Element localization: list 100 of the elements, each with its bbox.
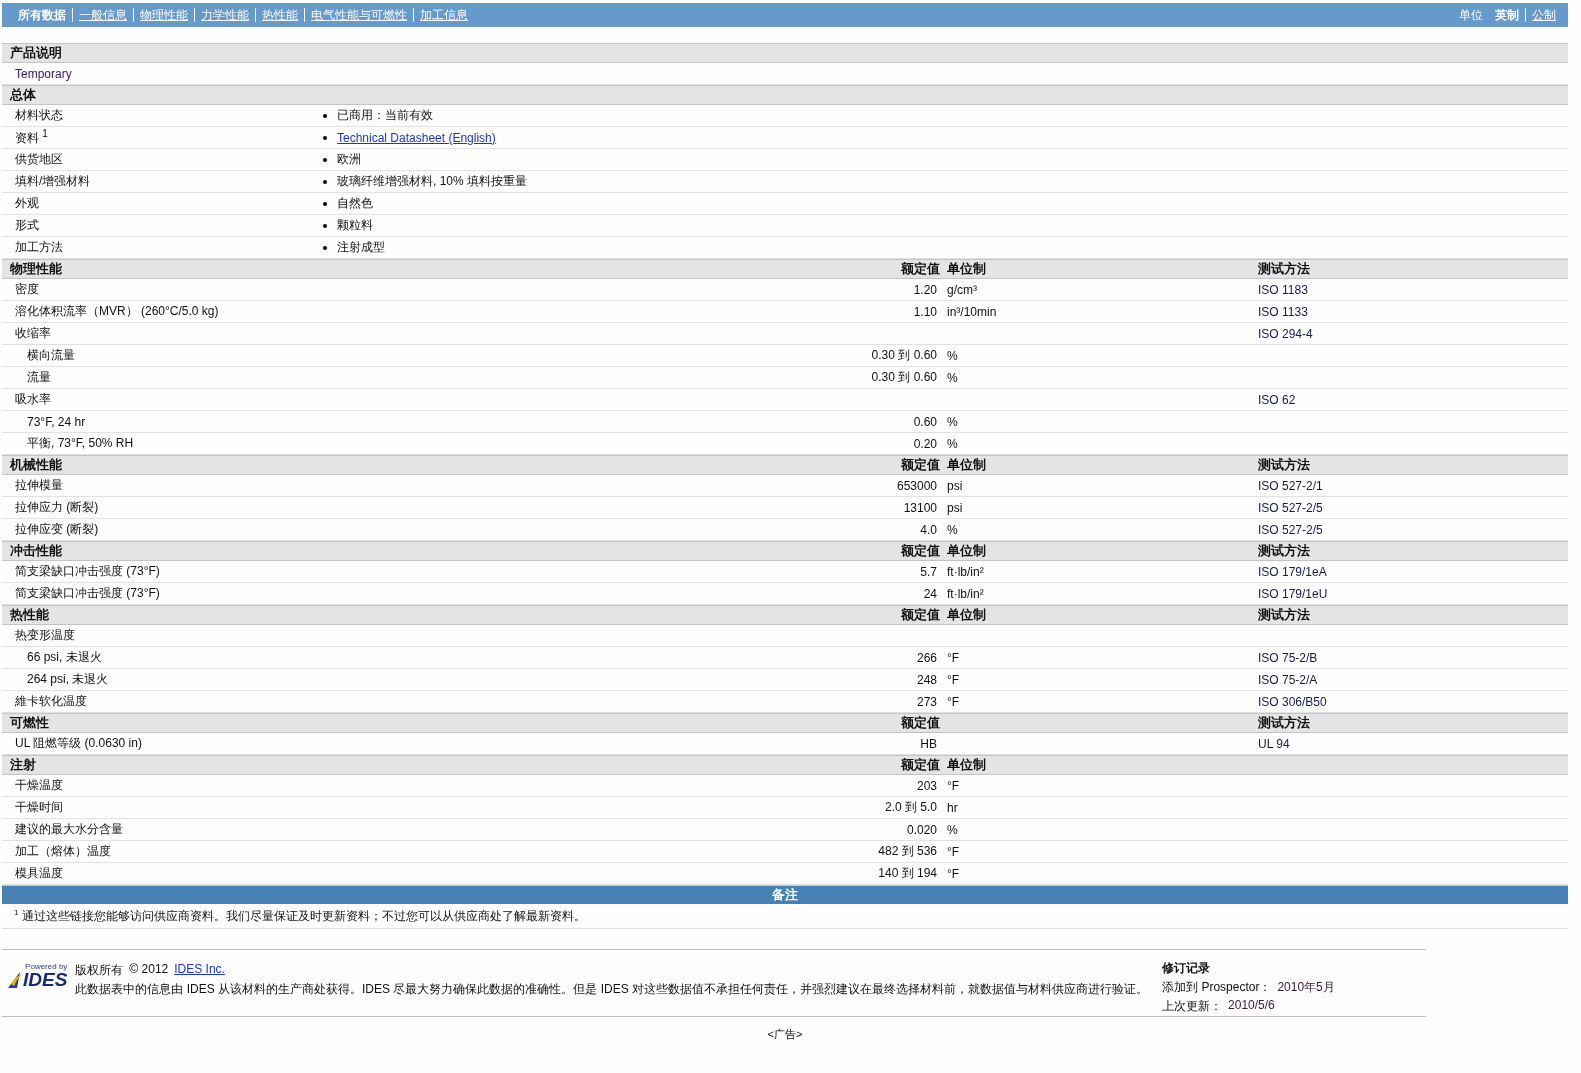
nav-tab[interactable]: 物理性能 xyxy=(133,8,194,22)
property-value: 1.20 xyxy=(913,282,938,297)
property-value: 颗粒料 xyxy=(337,217,373,234)
unit-cell-text: °F xyxy=(946,844,961,859)
property-value: 0.60 xyxy=(913,414,938,429)
column-header: 额定值 xyxy=(901,542,941,560)
property-label: UL 阻燃等级 (0.0630 in) xyxy=(14,735,143,752)
property-label: 拉伸应变 (断裂) xyxy=(14,521,100,538)
test-method: ISO 75-2/B xyxy=(1257,650,1319,665)
revision-title: 修订记录 xyxy=(1162,960,1212,977)
column-header: 单位制 xyxy=(946,456,987,474)
property-label: 外观 xyxy=(14,195,40,212)
bullet-icon xyxy=(323,245,327,250)
column-header: 测试方法 xyxy=(1257,714,1311,732)
column-header: 单位制 xyxy=(946,606,987,624)
section-title: 冲击性能 xyxy=(9,542,63,560)
property-value: 欧洲 xyxy=(337,151,361,168)
property-label: 拉伸模量 xyxy=(14,477,64,494)
unit-cell-text: % xyxy=(946,436,959,451)
column-header: 额定值 xyxy=(901,756,941,774)
unit-cell-text: °F xyxy=(946,866,961,881)
section-title: 热性能 xyxy=(9,606,50,624)
unit-cell-text: ft·lb/in² xyxy=(946,564,985,579)
property-label: 横向流量 xyxy=(26,347,76,364)
logo-wordmark: IDES xyxy=(23,971,68,989)
property-value: 0.30 到 0.60 xyxy=(871,347,938,364)
nav-tab[interactable]: 所有数据 xyxy=(12,8,72,22)
nav-tab[interactable]: 热性能 xyxy=(255,8,304,22)
section-title: 注射 xyxy=(9,756,37,774)
revision-date: 2010年5月 xyxy=(1277,979,1335,996)
nav-tab[interactable]: 电气性能与可燃性 xyxy=(304,8,413,22)
property-value: HB xyxy=(920,736,938,751)
nav-tab[interactable]: 力学性能 xyxy=(194,8,255,22)
column-header: 单位制 xyxy=(946,260,987,278)
unit-cell-text: °F xyxy=(946,672,961,687)
property-label: 加工（熔体）温度 xyxy=(14,843,112,860)
property-label: 密度 xyxy=(14,281,40,298)
unit-cell-text: °F xyxy=(946,650,961,665)
unit-cell-text: % xyxy=(946,370,959,385)
property-label: 流量 xyxy=(26,369,52,386)
revision-label: 添加到 Prospector： xyxy=(1162,979,1272,996)
test-method: UL 94 xyxy=(1257,736,1291,751)
test-method: ISO 527-2/5 xyxy=(1257,500,1324,515)
unit-link[interactable]: 公制 xyxy=(1525,8,1562,22)
property-value: 266 xyxy=(916,650,938,665)
column-header: 测试方法 xyxy=(1257,456,1311,474)
property-value: 2.0 到 5.0 xyxy=(884,799,938,816)
section-title: 机械性能 xyxy=(8,456,63,474)
nav-tab[interactable]: 加工信息 xyxy=(413,8,474,22)
revision-date: 2010/5/6 xyxy=(1228,998,1275,1014)
footnote-text: $^{1}$ 通过这些链接您能够访问供应商资料。我们尽量保证及时更新资料；不过您可以从供应商处了解最新资料。 xyxy=(14,907,586,925)
property-label: 264 psi, 未退火 xyxy=(26,671,110,688)
property-value: 273 xyxy=(916,694,938,709)
property-label: 供货地区 xyxy=(14,151,64,168)
property-value: 0.30 到 0.60 xyxy=(871,369,938,386)
datasheet-link[interactable]: Technical Datasheet (English) xyxy=(337,130,496,145)
property-value: 203 xyxy=(916,778,938,793)
unit-cell-text: psi xyxy=(946,500,964,515)
nav-tab[interactable]: 一般信息 xyxy=(72,8,133,22)
notes-header: 备注 xyxy=(2,886,1568,904)
copyright-label: 版权所有 xyxy=(75,962,124,979)
unit-cell-text: °F xyxy=(946,778,961,793)
test-method: ISO 527-2/5 xyxy=(1257,522,1324,537)
bullet-icon xyxy=(323,223,327,228)
property-label: 維卡软化温度 xyxy=(14,693,88,710)
test-method: ISO 527-2/1 xyxy=(1257,478,1324,493)
column-header: 测试方法 xyxy=(1257,260,1311,278)
column-header: 额定值 xyxy=(901,606,941,624)
section-title: 产品说明 xyxy=(9,44,63,62)
property-value: 5.7 xyxy=(920,564,938,579)
logo-caption: Powered by xyxy=(25,962,68,971)
ad-label: <广告> xyxy=(767,1027,803,1042)
column-header: 额定值 xyxy=(901,456,941,474)
column-header: 额定值 xyxy=(901,260,941,278)
test-method: ISO 179/1eA xyxy=(1257,564,1328,579)
property-label: 建议的最大水分含量 xyxy=(14,821,124,838)
section-title: 物理性能 xyxy=(9,260,63,278)
property-label: 平衡, 73°F, 50% RH xyxy=(26,435,135,452)
column-header: 测试方法 xyxy=(1257,606,1311,624)
property-value: 24 xyxy=(923,586,938,601)
unit-cell-text: psi xyxy=(946,478,964,493)
property-value: 482 到 536 xyxy=(878,843,938,860)
unit-option[interactable]: 英制 xyxy=(1489,8,1525,22)
company-link[interactable]: IDES Inc. xyxy=(174,962,225,979)
bullet-icon xyxy=(323,157,327,162)
property-label: 溶化体积流率（MVR） (260°C/5.0 kg) xyxy=(14,303,220,320)
bullet-icon xyxy=(323,135,327,140)
test-method: ISO 1133 xyxy=(1257,304,1309,319)
test-method: ISO 306/B50 xyxy=(1257,694,1328,709)
bullet-icon xyxy=(323,201,327,206)
column-header: 单位制 xyxy=(946,542,987,560)
unit-cell-text: % xyxy=(946,414,959,429)
column-header: 额定值 xyxy=(901,714,941,732)
unit-cell-text: % xyxy=(946,822,959,837)
property-label: 66 psi, 未退火 xyxy=(26,649,103,666)
test-method: ISO 1183 xyxy=(1257,282,1309,297)
property-value: 0.020 xyxy=(906,822,938,837)
test-method: ISO 294-4 xyxy=(1257,326,1314,341)
property-label: 73°F, 24 hr xyxy=(26,414,87,429)
property-value: 653000 xyxy=(896,478,938,493)
